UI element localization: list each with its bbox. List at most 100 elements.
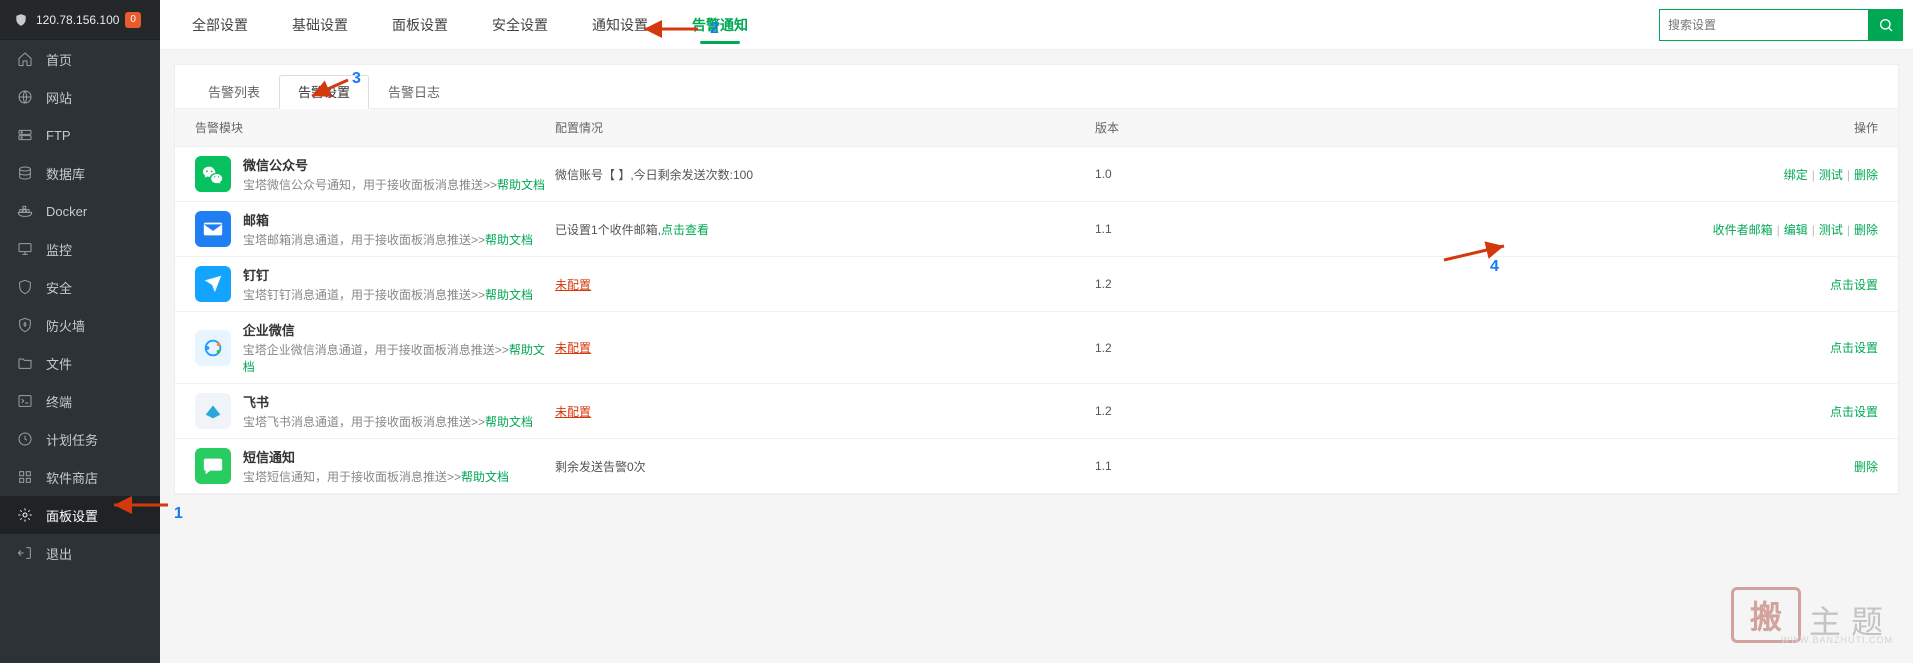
col-module: 告警模块 [195,119,555,136]
sidebar-item-label: 监控 [46,240,72,259]
op-link[interactable]: 删除 [1854,223,1878,237]
sidebar-item-label: 终端 [46,392,72,411]
sidebar-item-label: 面板设置 [46,506,98,525]
op-link[interactable]: 删除 [1854,168,1878,182]
db-icon [16,164,34,182]
op-link[interactable]: 删除 [1854,460,1878,474]
tab-3[interactable]: 安全设置 [470,0,570,50]
op-link[interactable]: 点击设置 [1830,405,1878,419]
op-link[interactable]: 收件者邮箱 [1713,223,1773,237]
table-row: 企业微信宝塔企业微信消息通道，用于接收面板消息推送>>帮助文档未配置1.2点击设… [175,312,1898,384]
docker-icon [16,202,34,220]
annotation-num-1: 1 [174,505,183,523]
watermark-text: 主题 [1809,597,1893,643]
config-warning[interactable]: 未配置 [555,278,591,292]
help-link[interactable]: 帮助文档 [485,288,533,302]
gear-icon [16,506,34,524]
sidebar-item-docker[interactable]: Docker [0,192,160,230]
shield-icon [14,13,28,27]
tab-4[interactable]: 通知设置 [570,0,670,50]
tab-1[interactable]: 基础设置 [270,0,370,50]
terminal-icon [16,392,34,410]
sidebar-item-exit[interactable]: 退出 [0,534,160,572]
sidebar-item-clock[interactable]: 计划任务 [0,420,160,458]
main-area: 全部设置基础设置面板设置安全设置通知设置告警通知 告警列表告警设置告警日志 告警… [160,0,1913,495]
tab-0[interactable]: 全部设置 [170,0,270,50]
mail-icon [195,211,231,247]
sidebar-item-label: 安全 [46,278,72,297]
op-link[interactable]: 点击设置 [1830,341,1878,355]
sidebar-item-shield[interactable]: 安全 [0,268,160,306]
sidebar-item-db[interactable]: 数据库 [0,154,160,192]
sidebar-item-gear[interactable]: 面板设置 [0,496,160,534]
config-warning[interactable]: 未配置 [555,405,591,419]
watermark-url: WWW.BANZHUTI.COM [1781,635,1893,645]
sidebar-item-monitor[interactable]: 监控 [0,230,160,268]
top-tabs: 全部设置基础设置面板设置安全设置通知设置告警通知 [160,0,1913,50]
subtab-0[interactable]: 告警列表 [189,75,279,109]
module-version: 1.0 [1095,167,1525,181]
folder-icon [16,354,34,372]
col-operate: 操作 [1525,119,1878,136]
sidebar-item-label: FTP [46,128,71,143]
sidebar-item-grid[interactable]: 软件商店 [0,458,160,496]
search-icon [1878,17,1894,33]
module-desc: 宝塔企业微信消息通道，用于接收面板消息推送>>帮助文档 [243,341,555,375]
globe-icon [16,88,34,106]
sub-tabs: 告警列表告警设置告警日志 [175,65,1898,109]
subtab-2[interactable]: 告警日志 [369,75,459,109]
sidebar-item-label: Docker [46,204,87,219]
help-link[interactable]: 帮助文档 [497,178,545,192]
sidebar-item-folder[interactable]: 文件 [0,344,160,382]
wechat-icon [195,156,231,192]
op-link[interactable]: 点击设置 [1830,278,1878,292]
sidebar-item-label: 计划任务 [46,430,98,449]
config-warning[interactable]: 未配置 [555,341,591,355]
ding-icon [195,266,231,302]
op-link[interactable]: 测试 [1819,168,1843,182]
col-config: 配置情况 [555,119,1095,136]
module-desc: 宝塔短信通知，用于接收面板消息推送>>帮助文档 [243,468,509,485]
sidebar-item-label: 退出 [46,544,72,563]
op-link[interactable]: 编辑 [1784,223,1808,237]
ftp-icon [16,126,34,144]
sidebar-item-terminal[interactable]: 终端 [0,382,160,420]
table-row: 微信公众号宝塔微信公众号通知，用于接收面板消息推送>>帮助文档微信账号【 】,今… [175,147,1898,202]
module-desc: 宝塔钉钉消息通道，用于接收面板消息推送>>帮助文档 [243,286,533,303]
sidebar-item-label: 数据库 [46,164,85,183]
search-box [1659,9,1869,41]
feishu-icon [195,393,231,429]
sidebar-item-globe[interactable]: 网站 [0,78,160,116]
help-link[interactable]: 帮助文档 [485,233,533,247]
sidebar-item-label: 文件 [46,354,72,373]
server-ip: 120.78.156.100 [36,13,119,27]
search-button[interactable] [1869,9,1903,41]
sidebar: 120.78.156.100 0 首页网站 FTP 数据库 Docker 监控安全防火墙… [0,0,160,663]
config-link[interactable]: 点击查看 [661,223,709,237]
config-text: 剩余发送告警0次 [555,460,646,474]
op-link[interactable]: 测试 [1819,223,1843,237]
watermark-stamp: 搬 [1731,587,1801,643]
table-header: 告警模块 配置情况 版本 操作 [175,109,1898,147]
sidebar-item-label: 防火墙 [46,316,85,335]
op-link[interactable]: 绑定 [1784,168,1808,182]
tab-2[interactable]: 面板设置 [370,0,470,50]
table-row: 短信通知宝塔短信通知，用于接收面板消息推送>>帮助文档剩余发送告警0次1.1删除 [175,439,1898,494]
sidebar-item-home[interactable]: 首页 [0,40,160,78]
sidebar-item-ftp[interactable]: FTP [0,116,160,154]
module-desc: 宝塔邮箱消息通道，用于接收面板消息推送>>帮助文档 [243,231,533,248]
subtab-1[interactable]: 告警设置 [279,75,369,109]
shield-icon [16,278,34,296]
sidebar-item-fire[interactable]: 防火墙 [0,306,160,344]
alert-panel: 告警列表告警设置告警日志 告警模块 配置情况 版本 操作 微信公众号宝塔微信公众… [174,64,1899,495]
config-text: 微信账号【 】,今日剩余发送次数:100 [555,168,753,182]
search-input[interactable] [1660,10,1868,40]
help-link[interactable]: 帮助文档 [485,415,533,429]
notification-badge[interactable]: 0 [125,12,141,28]
module-title: 企业微信 [243,320,555,339]
tab-5[interactable]: 告警通知 [670,0,770,50]
sidebar-item-label: 首页 [46,50,72,69]
help-link[interactable]: 帮助文档 [243,343,545,374]
help-link[interactable]: 帮助文档 [461,470,509,484]
module-title: 短信通知 [243,447,509,466]
